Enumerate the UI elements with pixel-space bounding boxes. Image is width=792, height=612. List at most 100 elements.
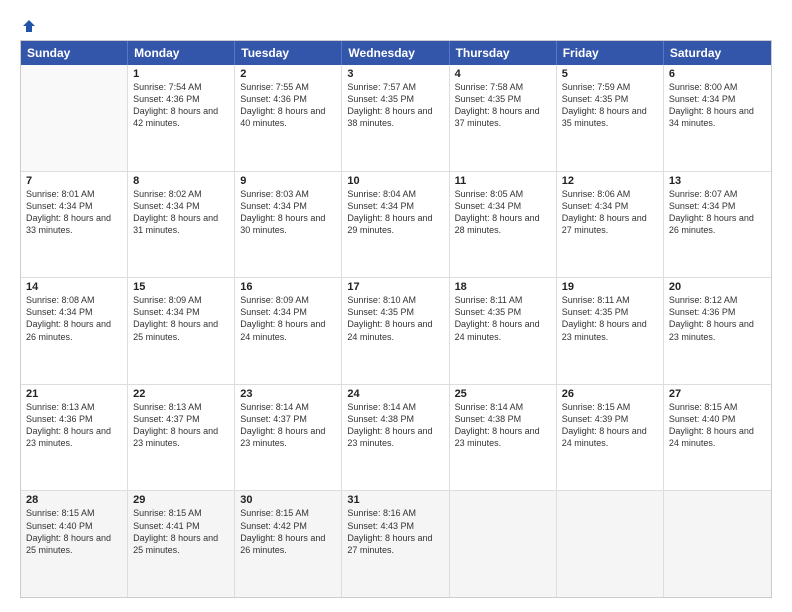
day-number: 21 — [26, 388, 122, 400]
logo — [20, 18, 37, 32]
cal-cell-empty-0-0 — [21, 65, 128, 171]
calendar-header: SundayMondayTuesdayWednesdayThursdayFrid… — [21, 41, 771, 65]
day-number: 29 — [133, 494, 229, 506]
day-info: Sunrise: 7:54 AM Sunset: 4:36 PM Dayligh… — [133, 81, 229, 130]
cal-cell-11: 11Sunrise: 8:05 AM Sunset: 4:34 PM Dayli… — [450, 172, 557, 278]
calendar-body: 1Sunrise: 7:54 AM Sunset: 4:36 PM Daylig… — [21, 65, 771, 597]
cal-cell-14: 14Sunrise: 8:08 AM Sunset: 4:34 PM Dayli… — [21, 278, 128, 384]
cal-cell-23: 23Sunrise: 8:14 AM Sunset: 4:37 PM Dayli… — [235, 385, 342, 491]
header — [20, 18, 772, 32]
header-day-tuesday: Tuesday — [235, 41, 342, 65]
cal-cell-17: 17Sunrise: 8:10 AM Sunset: 4:35 PM Dayli… — [342, 278, 449, 384]
calendar: SundayMondayTuesdayWednesdayThursdayFrid… — [20, 40, 772, 598]
cal-cell-5: 5Sunrise: 7:59 AM Sunset: 4:35 PM Daylig… — [557, 65, 664, 171]
cal-cell-2: 2Sunrise: 7:55 AM Sunset: 4:36 PM Daylig… — [235, 65, 342, 171]
day-number: 2 — [240, 68, 336, 80]
day-number: 15 — [133, 281, 229, 293]
day-number: 14 — [26, 281, 122, 293]
day-info: Sunrise: 8:11 AM Sunset: 4:35 PM Dayligh… — [562, 294, 658, 343]
cal-week-2: 7Sunrise: 8:01 AM Sunset: 4:34 PM Daylig… — [21, 171, 771, 278]
day-number: 9 — [240, 175, 336, 187]
day-info: Sunrise: 7:57 AM Sunset: 4:35 PM Dayligh… — [347, 81, 443, 130]
day-number: 30 — [240, 494, 336, 506]
day-info: Sunrise: 8:14 AM Sunset: 4:37 PM Dayligh… — [240, 401, 336, 450]
cal-cell-1: 1Sunrise: 7:54 AM Sunset: 4:36 PM Daylig… — [128, 65, 235, 171]
day-info: Sunrise: 8:10 AM Sunset: 4:35 PM Dayligh… — [347, 294, 443, 343]
day-number: 28 — [26, 494, 122, 506]
day-number: 1 — [133, 68, 229, 80]
day-info: Sunrise: 8:12 AM Sunset: 4:36 PM Dayligh… — [669, 294, 766, 343]
header-day-wednesday: Wednesday — [342, 41, 449, 65]
day-number: 24 — [347, 388, 443, 400]
day-number: 20 — [669, 281, 766, 293]
cal-cell-20: 20Sunrise: 8:12 AM Sunset: 4:36 PM Dayli… — [664, 278, 771, 384]
header-day-friday: Friday — [557, 41, 664, 65]
day-number: 25 — [455, 388, 551, 400]
day-info: Sunrise: 8:13 AM Sunset: 4:37 PM Dayligh… — [133, 401, 229, 450]
day-info: Sunrise: 8:14 AM Sunset: 4:38 PM Dayligh… — [455, 401, 551, 450]
cal-cell-empty-4-5 — [557, 491, 664, 597]
cal-cell-12: 12Sunrise: 8:06 AM Sunset: 4:34 PM Dayli… — [557, 172, 664, 278]
cal-cell-21: 21Sunrise: 8:13 AM Sunset: 4:36 PM Dayli… — [21, 385, 128, 491]
day-info: Sunrise: 8:09 AM Sunset: 4:34 PM Dayligh… — [133, 294, 229, 343]
day-info: Sunrise: 8:15 AM Sunset: 4:41 PM Dayligh… — [133, 507, 229, 556]
day-info: Sunrise: 8:13 AM Sunset: 4:36 PM Dayligh… — [26, 401, 122, 450]
day-number: 11 — [455, 175, 551, 187]
day-number: 3 — [347, 68, 443, 80]
cal-week-1: 1Sunrise: 7:54 AM Sunset: 4:36 PM Daylig… — [21, 65, 771, 171]
cal-week-4: 21Sunrise: 8:13 AM Sunset: 4:36 PM Dayli… — [21, 384, 771, 491]
cal-cell-9: 9Sunrise: 8:03 AM Sunset: 4:34 PM Daylig… — [235, 172, 342, 278]
day-info: Sunrise: 8:15 AM Sunset: 4:42 PM Dayligh… — [240, 507, 336, 556]
header-day-saturday: Saturday — [664, 41, 771, 65]
cal-cell-4: 4Sunrise: 7:58 AM Sunset: 4:35 PM Daylig… — [450, 65, 557, 171]
cal-cell-18: 18Sunrise: 8:11 AM Sunset: 4:35 PM Dayli… — [450, 278, 557, 384]
day-info: Sunrise: 8:04 AM Sunset: 4:34 PM Dayligh… — [347, 188, 443, 237]
day-number: 5 — [562, 68, 658, 80]
cal-cell-24: 24Sunrise: 8:14 AM Sunset: 4:38 PM Dayli… — [342, 385, 449, 491]
day-number: 27 — [669, 388, 766, 400]
cal-cell-26: 26Sunrise: 8:15 AM Sunset: 4:39 PM Dayli… — [557, 385, 664, 491]
header-day-thursday: Thursday — [450, 41, 557, 65]
cal-cell-31: 31Sunrise: 8:16 AM Sunset: 4:43 PM Dayli… — [342, 491, 449, 597]
day-info: Sunrise: 8:09 AM Sunset: 4:34 PM Dayligh… — [240, 294, 336, 343]
cal-cell-13: 13Sunrise: 8:07 AM Sunset: 4:34 PM Dayli… — [664, 172, 771, 278]
day-info: Sunrise: 8:02 AM Sunset: 4:34 PM Dayligh… — [133, 188, 229, 237]
day-info: Sunrise: 8:15 AM Sunset: 4:40 PM Dayligh… — [669, 401, 766, 450]
cal-cell-7: 7Sunrise: 8:01 AM Sunset: 4:34 PM Daylig… — [21, 172, 128, 278]
day-number: 12 — [562, 175, 658, 187]
day-number: 16 — [240, 281, 336, 293]
day-number: 8 — [133, 175, 229, 187]
cal-cell-6: 6Sunrise: 8:00 AM Sunset: 4:34 PM Daylig… — [664, 65, 771, 171]
day-number: 10 — [347, 175, 443, 187]
cal-cell-15: 15Sunrise: 8:09 AM Sunset: 4:34 PM Dayli… — [128, 278, 235, 384]
day-number: 4 — [455, 68, 551, 80]
logo-icon — [21, 18, 37, 34]
page: SundayMondayTuesdayWednesdayThursdayFrid… — [0, 0, 792, 612]
cal-cell-empty-4-4 — [450, 491, 557, 597]
cal-cell-22: 22Sunrise: 8:13 AM Sunset: 4:37 PM Dayli… — [128, 385, 235, 491]
day-number: 31 — [347, 494, 443, 506]
header-day-sunday: Sunday — [21, 41, 128, 65]
cal-cell-29: 29Sunrise: 8:15 AM Sunset: 4:41 PM Dayli… — [128, 491, 235, 597]
cal-week-5: 28Sunrise: 8:15 AM Sunset: 4:40 PM Dayli… — [21, 490, 771, 597]
cal-cell-empty-4-6 — [664, 491, 771, 597]
day-info: Sunrise: 8:15 AM Sunset: 4:40 PM Dayligh… — [26, 507, 122, 556]
day-number: 13 — [669, 175, 766, 187]
day-number: 17 — [347, 281, 443, 293]
cal-cell-10: 10Sunrise: 8:04 AM Sunset: 4:34 PM Dayli… — [342, 172, 449, 278]
day-info: Sunrise: 8:16 AM Sunset: 4:43 PM Dayligh… — [347, 507, 443, 556]
cal-cell-3: 3Sunrise: 7:57 AM Sunset: 4:35 PM Daylig… — [342, 65, 449, 171]
day-info: Sunrise: 8:15 AM Sunset: 4:39 PM Dayligh… — [562, 401, 658, 450]
day-info: Sunrise: 8:07 AM Sunset: 4:34 PM Dayligh… — [669, 188, 766, 237]
day-number: 6 — [669, 68, 766, 80]
day-number: 23 — [240, 388, 336, 400]
day-number: 22 — [133, 388, 229, 400]
day-info: Sunrise: 8:00 AM Sunset: 4:34 PM Dayligh… — [669, 81, 766, 130]
day-number: 19 — [562, 281, 658, 293]
cal-cell-28: 28Sunrise: 8:15 AM Sunset: 4:40 PM Dayli… — [21, 491, 128, 597]
day-number: 26 — [562, 388, 658, 400]
cal-cell-27: 27Sunrise: 8:15 AM Sunset: 4:40 PM Dayli… — [664, 385, 771, 491]
day-info: Sunrise: 8:05 AM Sunset: 4:34 PM Dayligh… — [455, 188, 551, 237]
day-info: Sunrise: 8:06 AM Sunset: 4:34 PM Dayligh… — [562, 188, 658, 237]
day-info: Sunrise: 7:59 AM Sunset: 4:35 PM Dayligh… — [562, 81, 658, 130]
